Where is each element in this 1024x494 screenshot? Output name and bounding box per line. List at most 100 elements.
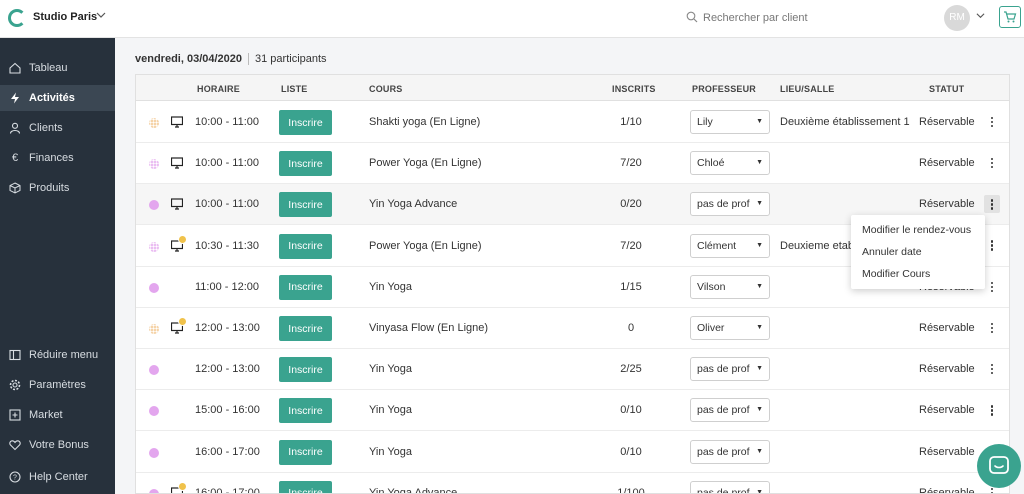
inscrire-button[interactable]: Inscrire [279,357,332,383]
caret-down-icon: ▼ [756,488,763,494]
session-time: 12:00 - 13:00 [195,363,260,376]
inscrire-button[interactable]: Inscrire [279,192,332,218]
teacher-select[interactable]: pas de prof ▼ [690,439,770,464]
sidebar-item-label: Finances [29,152,74,164]
inscrire-button[interactable]: Inscrire [279,110,332,135]
inscrire-button[interactable]: Inscrire [279,480,332,493]
cart-button[interactable] [999,6,1021,28]
status-label: Réservable [919,404,975,417]
course-name[interactable]: Yin Yoga [369,446,412,458]
table-row[interactable]: 15:00 - 16:00 Inscrire Yin Yoga 0/10 pas de … [136,390,1009,432]
course-name[interactable]: Shakti yoga (En Ligne) [369,116,480,128]
teacher-select-value: Lily [697,116,713,128]
sidebar-item-help-center[interactable]: ? Help Center [0,464,115,490]
sidebar-item-reduire-menu[interactable]: Réduire menu [0,342,115,368]
date-header: vendredi, 03/04/2020 31 participants [135,53,327,66]
inscrire-button[interactable]: Inscrire [279,439,332,465]
sidebar-item-produits[interactable]: Produits [0,175,115,201]
teacher-select[interactable]: Chloé ▼ [690,151,770,176]
course-name[interactable]: Yin Yoga Advance [369,487,457,493]
session-time: 12:00 - 13:00 [195,322,260,334]
chevron-down-icon[interactable] [976,11,985,22]
row-menu-button[interactable] [984,113,1000,131]
column-header-inscrits[interactable]: INSCRITS [612,84,656,94]
table-row[interactable]: 12:00 - 13:00 Inscrire Yin Yoga 2/25 pas de … [136,349,1009,391]
sidebar-item-finances[interactable]: € Finances [0,145,115,171]
search-input[interactable] [703,9,903,27]
chat-button[interactable] [977,444,1021,488]
enrolled-count: 0/10 [620,404,642,417]
course-name[interactable]: Power Yoga (En Ligne) [369,157,482,169]
row-menu-button[interactable] [984,360,1000,378]
teacher-select-value: pas de prof [697,198,750,211]
sidebar-item-market[interactable]: Market [0,402,115,428]
column-header-liste[interactable]: LISTE [281,84,308,94]
room-name: Deuxieme etab [780,239,854,252]
row-menu-button[interactable] [984,401,1000,419]
row-menu-button[interactable] [984,319,1000,337]
sidebar-item-clients[interactable]: Clients [0,115,115,141]
sidebar-item-activites[interactable]: Activités [0,85,115,111]
teacher-select[interactable]: Vilson ▼ [690,274,770,299]
row-menu-button[interactable] [984,278,1000,296]
course-color-dot [149,241,159,252]
inscrire-button[interactable]: Inscrire [279,398,332,424]
sidebar-item-label: Help Center [29,471,88,483]
column-header-professeur[interactable]: PROFESSEUR [692,84,756,94]
teacher-select[interactable]: pas de prof ▼ [690,192,770,217]
course-color-dot [149,200,159,211]
status-label: Réservable [919,363,975,376]
teacher-select-value: Clément [697,239,737,252]
sidebar-item-parametres[interactable]: Paramètres [0,372,115,398]
column-header-lieu[interactable]: LIEU/SALLE [780,84,835,94]
avatar[interactable]: RM [944,5,970,31]
teacher-select[interactable]: Clément ▼ [690,233,770,258]
course-name[interactable]: Power Yoga (En Ligne) [369,240,482,252]
course-name[interactable]: Yin Yoga [369,281,412,293]
row-menu-button[interactable] [984,195,1000,214]
chat-icon [989,456,1009,474]
course-name[interactable]: Yin Yoga [369,404,412,416]
euro-icon: € [11,152,19,164]
session-time: 15:00 - 16:00 [195,404,260,417]
caret-down-icon: ▼ [756,282,763,290]
inscrire-button[interactable]: Inscrire [279,151,332,177]
teacher-select[interactable]: pas de prof ▼ [690,398,770,423]
search-icon [686,11,700,25]
session-time: 16:00 - 17:00 [195,486,260,494]
teacher-select[interactable]: Oliver ▼ [690,316,770,340]
table-row[interactable]: 10:00 - 11:00 Inscrire Power Yoga (En Lign… [136,143,1009,185]
course-name[interactable]: Yin Yoga Advance [369,198,457,210]
status-label: Réservable [919,445,975,458]
sidebar-item-label: Clients [29,122,63,134]
heart-icon [8,438,22,452]
menu-item-modifier-cours[interactable]: Modifier Cours [851,263,985,285]
chevron-down-icon[interactable] [96,10,106,23]
table-row[interactable]: 16:00 - 17:00 Inscrire Yin Yoga 0/10 pas de … [136,432,1009,473]
menu-item-modifier-rendez-vous[interactable]: Modifier le rendez-vous [851,219,985,241]
sidebar-item-label: Market [29,409,63,421]
inscrire-button[interactable]: Inscrire [279,316,332,341]
inscrire-button[interactable]: Inscrire [279,274,332,300]
table-row[interactable]: 12:00 - 13:00 Inscrire Vinyasa Flow (En Li… [136,308,1009,349]
row-menu-button[interactable] [984,237,1000,255]
column-header-statut[interactable]: STATUT [929,84,964,94]
row-menu-button[interactable] [984,154,1000,172]
divider [248,53,250,66]
inscrire-button[interactable]: Inscrire [279,233,332,259]
column-header-cours[interactable]: COURS [369,84,403,94]
menu-item-annuler-date[interactable]: Annuler date [851,241,985,263]
sidebar-item-votre-bonus[interactable]: Votre Bonus [0,432,115,458]
sidebar-item-tableau[interactable]: Tableau [0,55,115,81]
table-row[interactable]: 10:00 - 11:00 Inscrire Shakti yoga (En Lig… [136,102,1009,143]
teacher-select[interactable]: pas de prof ▼ [690,480,770,494]
teacher-select[interactable]: pas de prof ▼ [690,357,770,382]
column-header-horaire[interactable]: HORAIRE [197,84,240,94]
sidebar-item-label: Votre Bonus [29,439,89,451]
teacher-select[interactable]: Lily ▼ [690,110,770,134]
notification-dot [178,317,187,326]
studio-name[interactable]: Studio Paris [33,11,97,23]
course-name[interactable]: Vinyasa Flow (En Ligne) [369,322,488,334]
course-name[interactable]: Yin Yoga [369,363,412,375]
table-row[interactable]: 16:00 - 17:00 Inscrire Yin Yoga Advance 1/1… [136,473,1009,494]
